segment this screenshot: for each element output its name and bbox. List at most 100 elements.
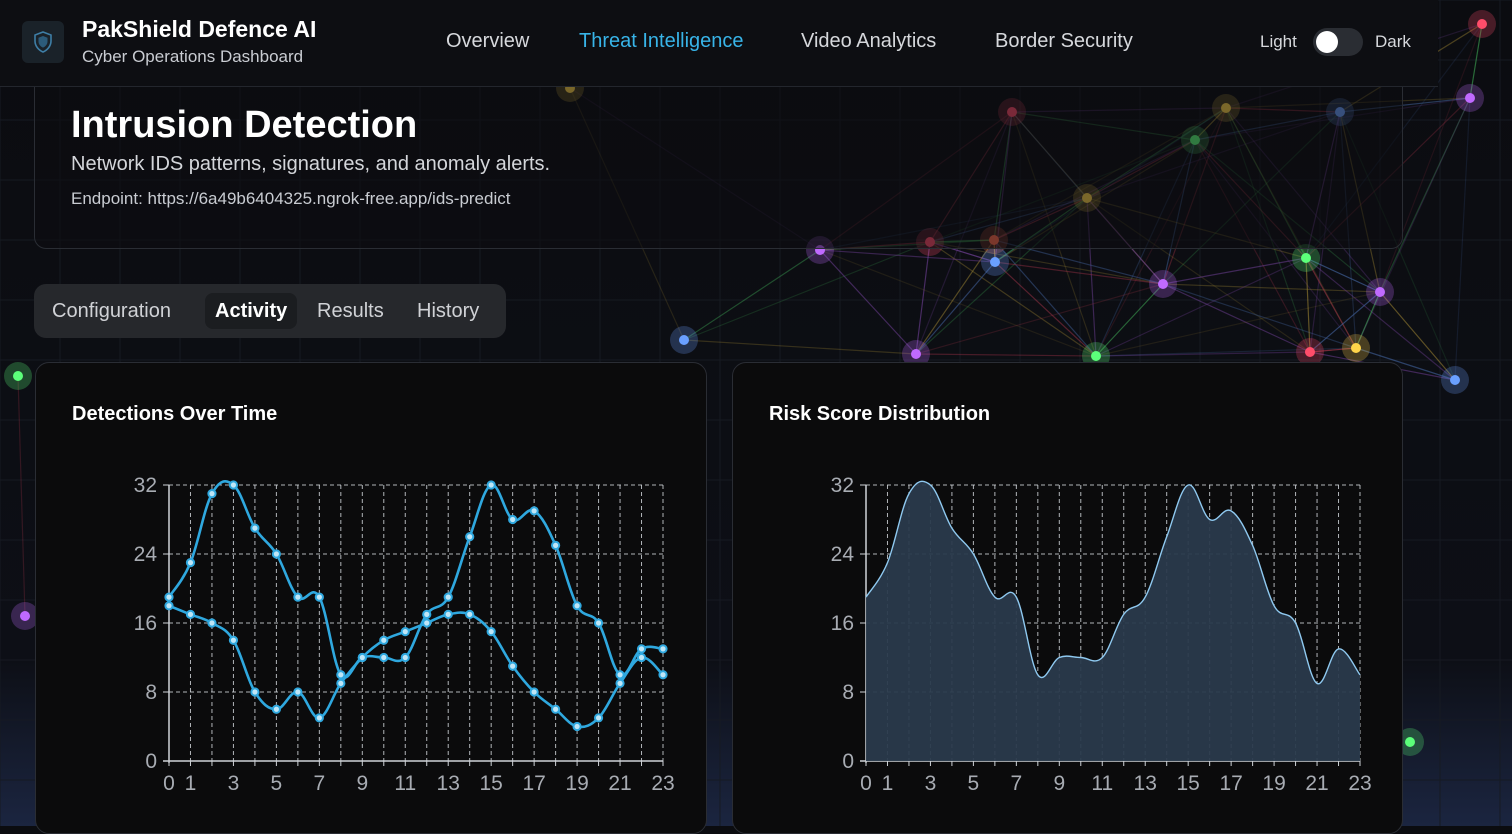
x-tick-label: 19 <box>565 772 588 795</box>
theme-dark-label: Dark <box>1375 32 1411 51</box>
data-point[interactable] <box>658 670 668 680</box>
tab-results[interactable]: Results <box>307 293 394 329</box>
data-point[interactable] <box>529 506 539 516</box>
tab-configuration[interactable]: Configuration <box>42 293 181 329</box>
x-tick-label: 7 <box>314 772 326 795</box>
y-tick-label: 8 <box>145 681 157 704</box>
data-point[interactable] <box>336 670 346 680</box>
y-tick-label: 32 <box>831 474 854 497</box>
data-point[interactable] <box>465 532 475 542</box>
x-tick-label: 7 <box>1011 772 1023 795</box>
nav-threat-intelligence[interactable]: Threat Intelligence <box>579 30 744 53</box>
theme-toggle[interactable] <box>1313 28 1363 56</box>
data-point[interactable] <box>314 592 324 602</box>
nav-video-analytics[interactable]: Video Analytics <box>801 30 936 53</box>
data-point[interactable] <box>185 609 196 619</box>
tab-history[interactable]: History <box>407 293 489 329</box>
data-point[interactable] <box>271 549 281 559</box>
x-tick-label: 9 <box>1053 772 1065 795</box>
x-tick-label: 21 <box>1305 772 1328 795</box>
logo[interactable] <box>22 21 64 63</box>
x-tick-label: 1 <box>185 772 197 795</box>
x-tick-label: 13 <box>437 772 460 795</box>
x-tick-label: 1 <box>882 772 894 795</box>
detections-chart-panel: Detections Over Time 0 8 16 24 32 0 1 3 5 7 9 11 13 1… <box>35 362 707 834</box>
data-point[interactable] <box>486 480 496 490</box>
x-tick-label: 5 <box>968 772 980 795</box>
data-point[interactable] <box>593 618 604 628</box>
data-point[interactable] <box>293 687 303 697</box>
toggle-knob <box>1316 31 1338 53</box>
x-tick-label: 23 <box>651 772 674 795</box>
tab-activity[interactable]: Activity <box>205 293 298 329</box>
data-point[interactable] <box>443 609 453 619</box>
theme-light-label: Light <box>1260 32 1297 51</box>
x-tick-label: 3 <box>925 772 937 795</box>
data-point[interactable] <box>443 592 453 602</box>
x-tick-label: 19 <box>1262 772 1285 795</box>
y-tick-label: 8 <box>842 681 854 704</box>
x-tick-label: 5 <box>271 772 283 795</box>
endpoint-url: Endpoint: https://6a49b6404325.ngrok-fre… <box>71 189 511 208</box>
y-tick-label: 16 <box>134 612 157 635</box>
data-point[interactable] <box>636 644 647 654</box>
x-tick-label: 17 <box>1219 772 1242 795</box>
data-point[interactable] <box>593 713 604 723</box>
data-point[interactable] <box>207 618 217 628</box>
page-description: Network IDS patterns, signatures, and an… <box>71 153 551 175</box>
data-point[interactable] <box>228 635 239 645</box>
data-point[interactable] <box>250 523 260 533</box>
data-point[interactable] <box>336 678 346 688</box>
data-point[interactable] <box>422 609 432 619</box>
x-tick-label: 13 <box>1134 772 1157 795</box>
page-title: Intrusion Detection <box>71 104 418 146</box>
data-point[interactable] <box>250 687 260 697</box>
data-point[interactable] <box>636 652 647 663</box>
x-tick-label: 0 <box>860 772 872 795</box>
chart-grid <box>163 484 664 766</box>
data-point[interactable] <box>271 704 281 714</box>
x-tick-label: 23 <box>1348 772 1371 795</box>
app-title: PakShield Defence AI <box>82 16 317 42</box>
series-line-1 <box>167 480 664 679</box>
data-point[interactable] <box>572 601 582 611</box>
x-tick-label: 11 <box>1091 772 1113 795</box>
data-point[interactable] <box>486 627 496 637</box>
data-point[interactable] <box>615 678 625 688</box>
data-point[interactable] <box>379 652 389 663</box>
data-point[interactable] <box>164 601 174 611</box>
tab-bar: Configuration Activity Results History <box>34 284 506 338</box>
data-point[interactable] <box>164 592 174 602</box>
risk-area-chart: 081624320 1 3 5 7 9 11 13 15 17 19 21 23 <box>831 474 1372 795</box>
data-point[interactable] <box>400 627 410 637</box>
data-point[interactable] <box>551 704 561 714</box>
y-tick-label: 32 <box>134 474 157 497</box>
data-point[interactable] <box>508 661 518 671</box>
x-tick-label: 11 <box>394 772 416 795</box>
y-tick-label: 24 <box>134 543 158 566</box>
shield-icon <box>34 31 52 53</box>
data-point[interactable] <box>658 644 668 654</box>
data-point[interactable] <box>314 713 324 723</box>
y-tick-label: 16 <box>831 612 854 635</box>
data-point[interactable] <box>293 592 303 602</box>
nav-overview[interactable]: Overview <box>446 30 529 53</box>
y-tick-label: 24 <box>831 543 855 566</box>
x-tick-label: 17 <box>522 772 545 795</box>
data-point[interactable] <box>228 480 239 490</box>
data-point[interactable] <box>379 635 389 645</box>
x-tick-label: 15 <box>1176 772 1199 795</box>
x-tick-label: 21 <box>608 772 631 795</box>
y-tick-label: 0 <box>145 750 157 773</box>
data-point[interactable] <box>357 652 367 663</box>
data-point[interactable] <box>508 514 518 525</box>
nav-border-security[interactable]: Border Security <box>995 30 1133 53</box>
data-point[interactable] <box>465 609 475 619</box>
data-point[interactable] <box>400 652 410 663</box>
data-point[interactable] <box>422 618 432 628</box>
data-point[interactable] <box>551 540 561 550</box>
data-point[interactable] <box>529 687 539 697</box>
data-point[interactable] <box>207 489 217 499</box>
data-point[interactable] <box>185 558 196 568</box>
data-point[interactable] <box>572 721 582 732</box>
